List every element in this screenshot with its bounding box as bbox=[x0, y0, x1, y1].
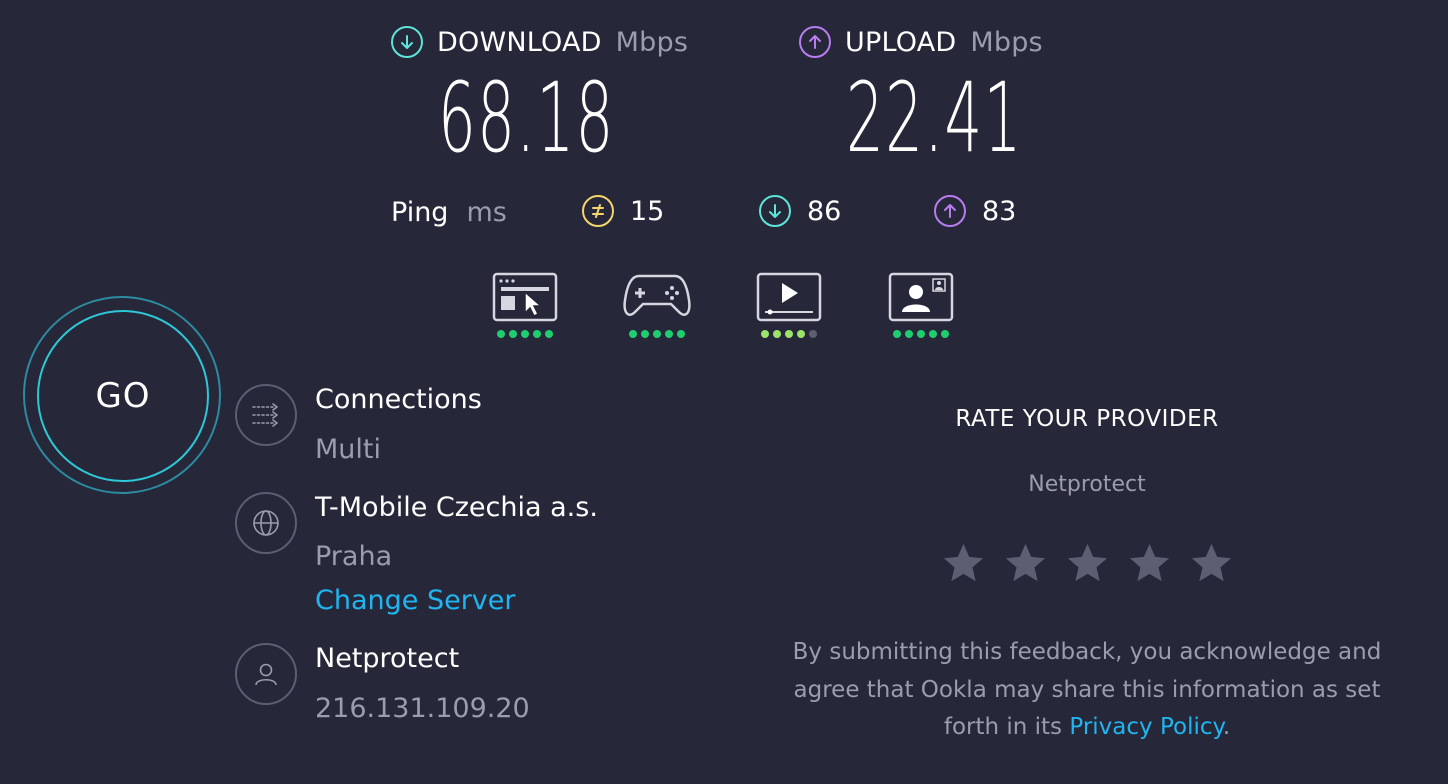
quality-dot-on bbox=[641, 330, 649, 338]
privacy-policy-link[interactable]: Privacy Policy bbox=[1069, 714, 1222, 740]
quality-dot-on bbox=[545, 330, 553, 338]
ping-unit: ms bbox=[466, 196, 507, 228]
quality-dot-on bbox=[773, 330, 781, 338]
ping-download: 86 bbox=[759, 195, 841, 227]
disclaimer-prefix: forth in its bbox=[943, 714, 1070, 740]
quality-dot-on bbox=[941, 330, 949, 338]
arrow-up-circle-icon bbox=[934, 195, 966, 227]
disclaimer-suffix: . bbox=[1222, 714, 1231, 740]
quality-dot-on bbox=[665, 330, 673, 338]
ping-label: Ping bbox=[391, 196, 449, 228]
quality-dot-on bbox=[521, 330, 529, 338]
web-browsing-icon bbox=[492, 272, 558, 322]
quality-video-chat bbox=[888, 272, 954, 338]
video-streaming-icon bbox=[756, 272, 822, 322]
quality-dot-on bbox=[509, 330, 517, 338]
upload-title: UPLOAD bbox=[845, 26, 957, 58]
rate-section: RATE YOUR PROVIDER bbox=[760, 406, 1414, 432]
quality-streaming bbox=[756, 272, 822, 338]
arrow-up-circle-icon bbox=[799, 26, 831, 58]
connections-icon bbox=[235, 384, 297, 446]
quality-dot-on bbox=[533, 330, 541, 338]
quality-dot-on bbox=[629, 330, 637, 338]
quality-gaming bbox=[623, 272, 691, 338]
rate-title: RATE YOUR PROVIDER bbox=[955, 406, 1219, 432]
gamepad-icon bbox=[623, 274, 691, 316]
upload-value: 22.41 bbox=[846, 62, 1023, 174]
star-icon[interactable] bbox=[1002, 540, 1049, 587]
quality-dot-on bbox=[893, 330, 901, 338]
disclaimer-line-2: agree that Ookla may share this informat… bbox=[793, 676, 1381, 703]
video-chat-icon bbox=[888, 272, 954, 322]
quality-dot-on bbox=[785, 330, 793, 338]
ping-upload: 83 bbox=[934, 195, 1016, 227]
arrow-down-circle-icon bbox=[759, 195, 791, 227]
ping-idle-icon bbox=[582, 195, 614, 227]
arrow-down-circle-icon bbox=[391, 26, 423, 58]
quality-dot-on bbox=[905, 330, 913, 338]
star-icon[interactable] bbox=[940, 540, 987, 587]
quality-dot-on bbox=[797, 330, 805, 338]
disclaimer-line-3: forth in its Privacy Policy. bbox=[767, 709, 1407, 747]
quality-dot-on bbox=[653, 330, 661, 338]
globe-icon bbox=[235, 492, 297, 554]
quality-dot-on bbox=[677, 330, 685, 338]
upload-unit: Mbps bbox=[970, 26, 1043, 58]
quality-dots bbox=[497, 330, 553, 338]
connections-value[interactable]: Multi bbox=[315, 434, 381, 465]
download-unit: Mbps bbox=[615, 26, 689, 58]
feedback-disclaimer: By submitting this feedback, you acknowl… bbox=[767, 634, 1407, 747]
server-location: Praha bbox=[315, 541, 393, 572]
star-icon[interactable] bbox=[1188, 540, 1235, 587]
star-icon[interactable] bbox=[1126, 540, 1173, 587]
provider-title: Netprotect bbox=[315, 643, 460, 674]
quality-dots bbox=[629, 330, 685, 338]
server-title: T-Mobile Czechia a.s. bbox=[315, 492, 598, 523]
quality-dot-on bbox=[761, 330, 769, 338]
go-button[interactable]: GO bbox=[37, 310, 209, 482]
quality-dot-on bbox=[917, 330, 925, 338]
ping-row: Ping ms bbox=[391, 194, 507, 230]
provider-ip: 216.131.109.20 bbox=[315, 693, 530, 724]
user-icon bbox=[235, 643, 297, 705]
connections-title: Connections bbox=[315, 384, 482, 415]
quality-dots bbox=[893, 330, 949, 338]
rate-provider-wrap: Netprotect bbox=[760, 472, 1414, 497]
star-icon[interactable] bbox=[1064, 540, 1111, 587]
quality-dot-on bbox=[497, 330, 505, 338]
upload-header: UPLOAD Mbps bbox=[799, 26, 1043, 58]
rate-provider-name: Netprotect bbox=[1028, 472, 1146, 497]
download-value: 68.18 bbox=[438, 62, 615, 174]
ping-idle-value: 15 bbox=[630, 195, 665, 227]
quality-dot-off bbox=[809, 330, 817, 338]
ping-download-value: 86 bbox=[807, 195, 842, 227]
ping-idle: 15 bbox=[582, 195, 664, 227]
quality-dots bbox=[761, 330, 817, 338]
disclaimer-line-1: By submitting this feedback, you acknowl… bbox=[792, 639, 1382, 665]
change-server-link[interactable]: Change Server bbox=[315, 585, 516, 616]
quality-browsing bbox=[492, 272, 558, 338]
ping-upload-value: 83 bbox=[982, 195, 1017, 227]
download-header: DOWNLOAD Mbps bbox=[391, 26, 688, 58]
star-rating bbox=[940, 540, 1235, 587]
download-title: DOWNLOAD bbox=[437, 26, 602, 58]
quality-dot-on bbox=[929, 330, 937, 338]
